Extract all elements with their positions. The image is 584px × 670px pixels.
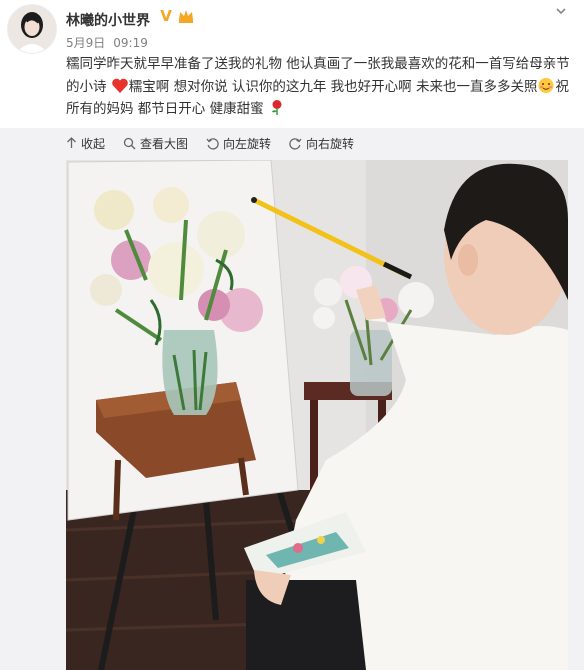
post-photo[interactable] [66,160,568,670]
user-badges: V [158,8,195,24]
post-text: 糯同学昨天就早早准备了送我的礼物 他认真画了一张我最喜欢的花和一首写给母亲节的小… [66,53,574,121]
post-date: 5月9日 [66,36,106,50]
shy-smile-icon [538,77,554,93]
rose-icon [271,100,282,115]
rotate-left-button[interactable]: 向左旋转 [206,135,271,152]
member-crown-icon[interactable] [177,8,195,24]
view-large-button[interactable]: 查看大图 [123,135,188,152]
collapse-button[interactable]: 收起 [66,135,105,152]
magnifier-icon [123,137,136,149]
collapse-label: 收起 [81,136,106,151]
rotate-left-label: 向左旋转 [223,136,272,151]
post-clock: 09:19 [113,36,148,50]
rotate-right-icon [289,137,302,150]
photo-illustration [66,160,568,670]
post-header: 林曦的小世界 V 5月9日 09:19 糯同学昨天就早早准备了送我的礼物 他认真画… [0,0,584,128]
post-time[interactable]: 5月9日 09:19 [66,34,156,51]
rotate-right-label: 向右旋转 [306,136,355,151]
vip-badge-icon[interactable]: V [158,8,174,24]
rotate-left-icon [206,137,219,150]
user-name[interactable]: 林曦的小世界 [66,10,150,30]
chevron-down-icon[interactable] [554,4,568,18]
avatar[interactable] [7,4,57,54]
post-text-part2: 糯宝啊 想对你说 认识你的这九年 我也好开心啊 未来也一直多多关照 [128,78,538,95]
view-large-label: 查看大图 [140,136,189,151]
arrow-up-icon [67,137,76,148]
media-panel: 收起 查看大图 向左旋转 向右旋转 [0,128,584,670]
image-toolbar: 收起 查看大图 向左旋转 向右旋转 [66,133,372,153]
red-heart-icon [111,78,128,93]
rotate-right-button[interactable]: 向右旋转 [289,135,354,152]
